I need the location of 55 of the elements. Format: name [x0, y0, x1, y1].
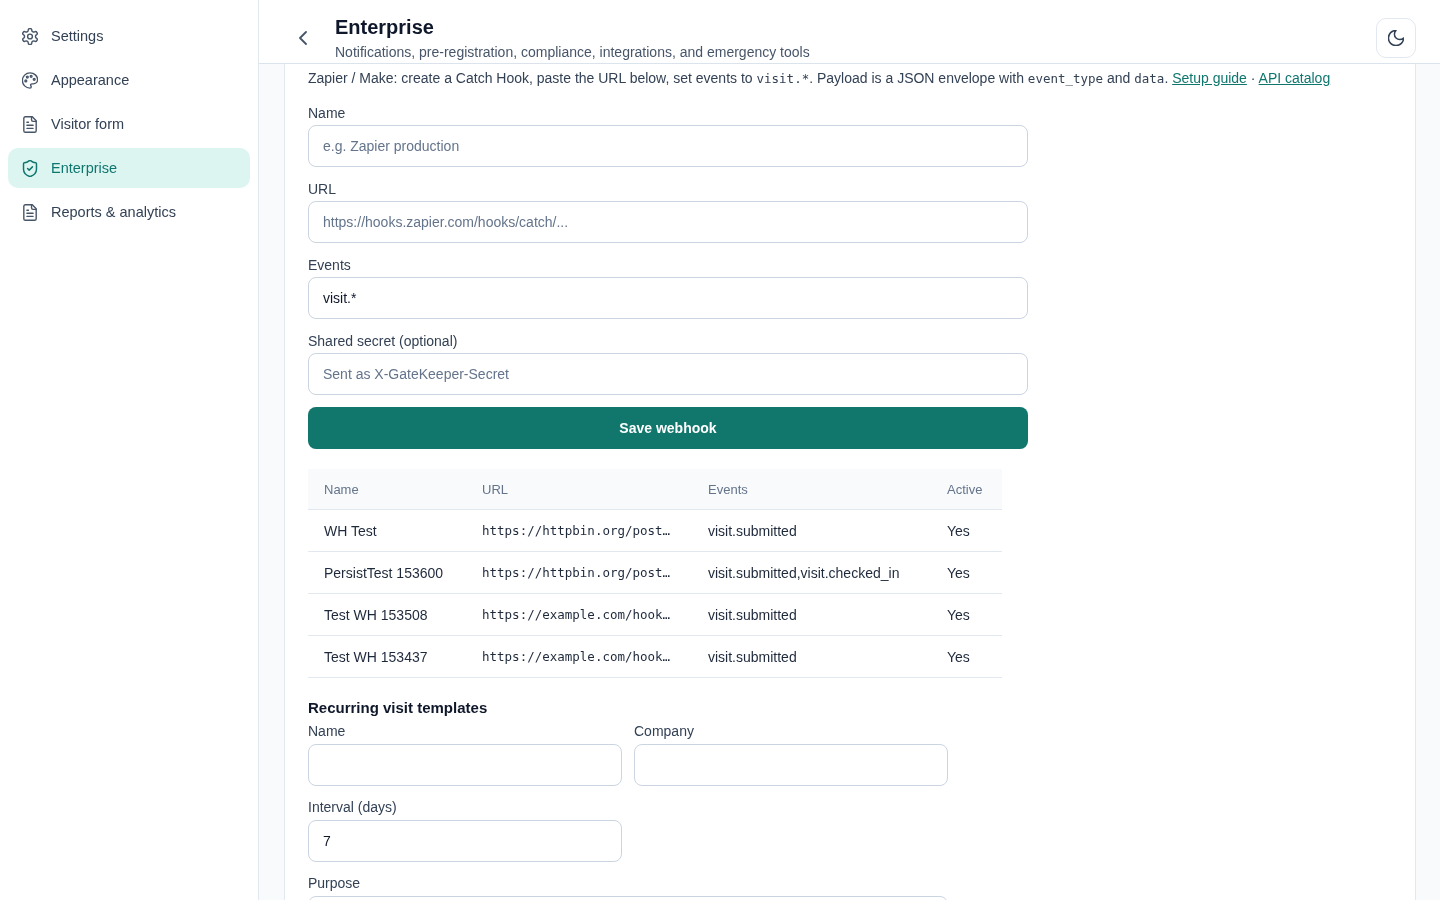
table-cell: visit.submitted — [692, 593, 931, 636]
table-cell: https://httpbin.org/post… — [466, 509, 692, 552]
moon-icon — [1388, 30, 1404, 46]
column-header: URL — [466, 469, 692, 510]
save-webhook-button[interactable]: Save webhook — [308, 407, 1028, 449]
table-cell: Test WH 153437 — [308, 635, 466, 678]
field-label: Interval (days) — [308, 798, 398, 817]
text-link[interactable]: Setup guide — [1172, 70, 1247, 86]
table-cell: https://example.com/hook… — [466, 635, 692, 678]
input-field[interactable]: https://hooks.zapier.com/hooks/catch/... — [308, 201, 1028, 243]
webhook-instructions: Zapier / Make: create a Catch Hook, paste the URL below, set events to visit.*. Payload is a JSON envelope with event_type and data. Setup guide · API catalog — [308, 69, 1332, 88]
input-field[interactable] — [308, 744, 622, 786]
section-title: Recurring visit templates — [308, 698, 489, 718]
table-cell: https://example.com/hook… — [466, 593, 692, 636]
field-label: Purpose — [308, 874, 362, 893]
table-cell: https://httpbin.org/post… — [466, 551, 692, 594]
dark-mode-toggle[interactable] — [1376, 18, 1416, 58]
table-cell: Yes — [931, 509, 1002, 552]
table-cell: WH Test — [308, 509, 466, 552]
field-label: Company — [634, 722, 695, 741]
table-cell: Yes — [931, 635, 1002, 678]
field-label: Name — [308, 104, 347, 123]
field-label: Events — [308, 256, 352, 275]
column-header: Active — [931, 469, 1002, 510]
palette-icon — [22, 71, 38, 89]
input-field[interactable]: 7 — [308, 820, 622, 862]
input-field[interactable] — [634, 744, 948, 786]
table-cell: Yes — [931, 593, 1002, 636]
field-label: Shared secret (optional) — [308, 332, 459, 351]
text-link[interactable]: API catalog — [1258, 70, 1331, 86]
chevron-left-icon — [299, 31, 307, 45]
document-icon — [22, 115, 38, 133]
sidebar-item[interactable]: Reports & analytics — [8, 192, 250, 232]
table-cell: visit.submitted — [692, 635, 931, 678]
column-header: Events — [692, 469, 931, 510]
page-title: Enterprise — [335, 15, 435, 40]
shield-check-icon — [22, 159, 38, 177]
sidebar-item[interactable]: Visitor form — [8, 104, 250, 144]
document-icon — [22, 203, 38, 221]
input-field[interactable]: visit.* — [308, 277, 1028, 319]
page-subtitle: Notifications, pre-registration, compliance, integrations, and emergency tools — [335, 43, 811, 62]
sidebar-item[interactable]: Enterprise — [8, 148, 250, 188]
input-field[interactable]: Sent as X-GateKeeper-Secret — [308, 353, 1028, 395]
column-header: Name — [308, 469, 466, 510]
table-cell: Test WH 153508 — [308, 593, 466, 636]
table-cell: PersistTest 153600 — [308, 551, 466, 594]
sidebar-item[interactable]: Appearance — [8, 60, 250, 100]
table-cell: Yes — [931, 551, 1002, 594]
input-field[interactable]: e.g. Zapier production — [308, 125, 1028, 167]
table-cell: visit.submitted,visit.checked_in — [692, 551, 931, 594]
gear-icon — [22, 27, 38, 45]
field-label: URL — [308, 180, 337, 199]
sidebar-item[interactable]: Settings — [8, 16, 250, 56]
table-cell: visit.submitted — [692, 509, 931, 552]
field-label: Name — [308, 722, 347, 741]
